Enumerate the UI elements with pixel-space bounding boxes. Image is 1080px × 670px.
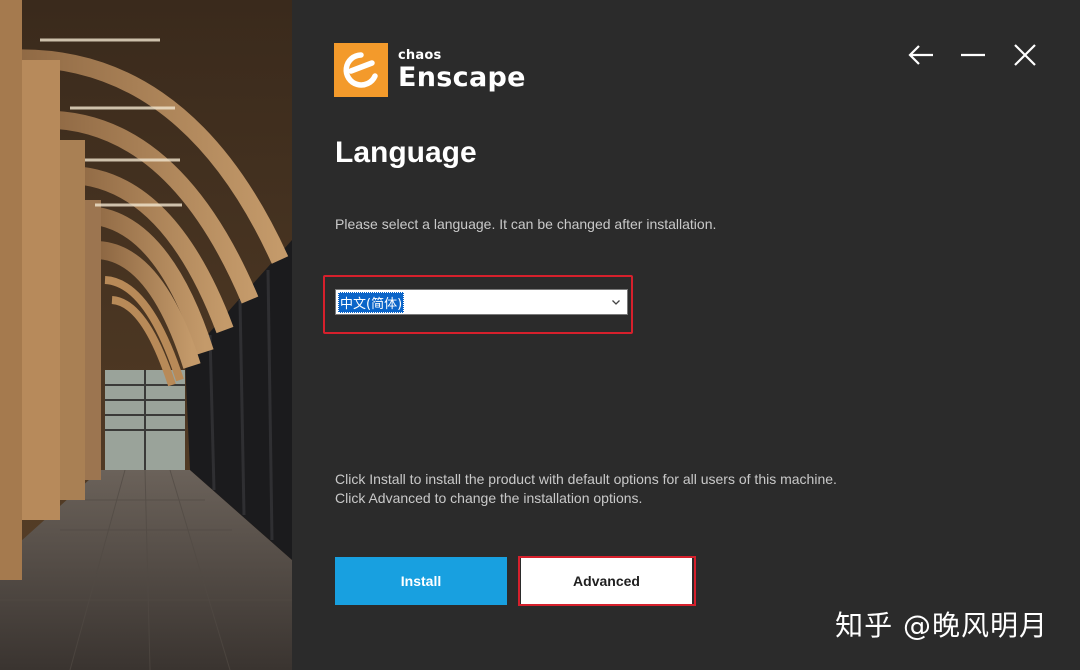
page-title: Language: [335, 136, 477, 169]
install-info-line-1: Click Install to install the product wit…: [335, 471, 837, 487]
install-info-line-2: Click Advanced to change the installatio…: [335, 490, 643, 506]
install-button[interactable]: Install: [335, 557, 507, 605]
advanced-button[interactable]: Advanced: [521, 558, 692, 604]
content-panel: chaos Enscape Language Please select a l…: [292, 0, 1080, 670]
minimize-icon[interactable]: [958, 40, 988, 70]
chevron-down-icon: [612, 300, 620, 305]
logo-product-text: Enscape: [398, 62, 526, 93]
language-instruction: Please select a language. It can be chan…: [335, 216, 717, 232]
watermark-text: 知乎 @晚风明月: [835, 609, 1048, 642]
logo-brand-text: chaos: [398, 48, 442, 63]
hero-image: [0, 0, 292, 670]
app-logo: chaos Enscape: [334, 43, 526, 97]
arrow-left-icon[interactable]: [906, 40, 936, 70]
enscape-logo-icon: [334, 43, 388, 97]
install-info: Click Install to install the product wit…: [335, 470, 837, 508]
close-icon[interactable]: [1010, 40, 1040, 70]
window-controls: [906, 40, 1040, 70]
language-select[interactable]: 中文(简体): [335, 289, 628, 315]
installer-window: chaos Enscape Language Please select a l…: [0, 0, 1080, 670]
language-selected-value: 中文(简体): [338, 291, 405, 313]
